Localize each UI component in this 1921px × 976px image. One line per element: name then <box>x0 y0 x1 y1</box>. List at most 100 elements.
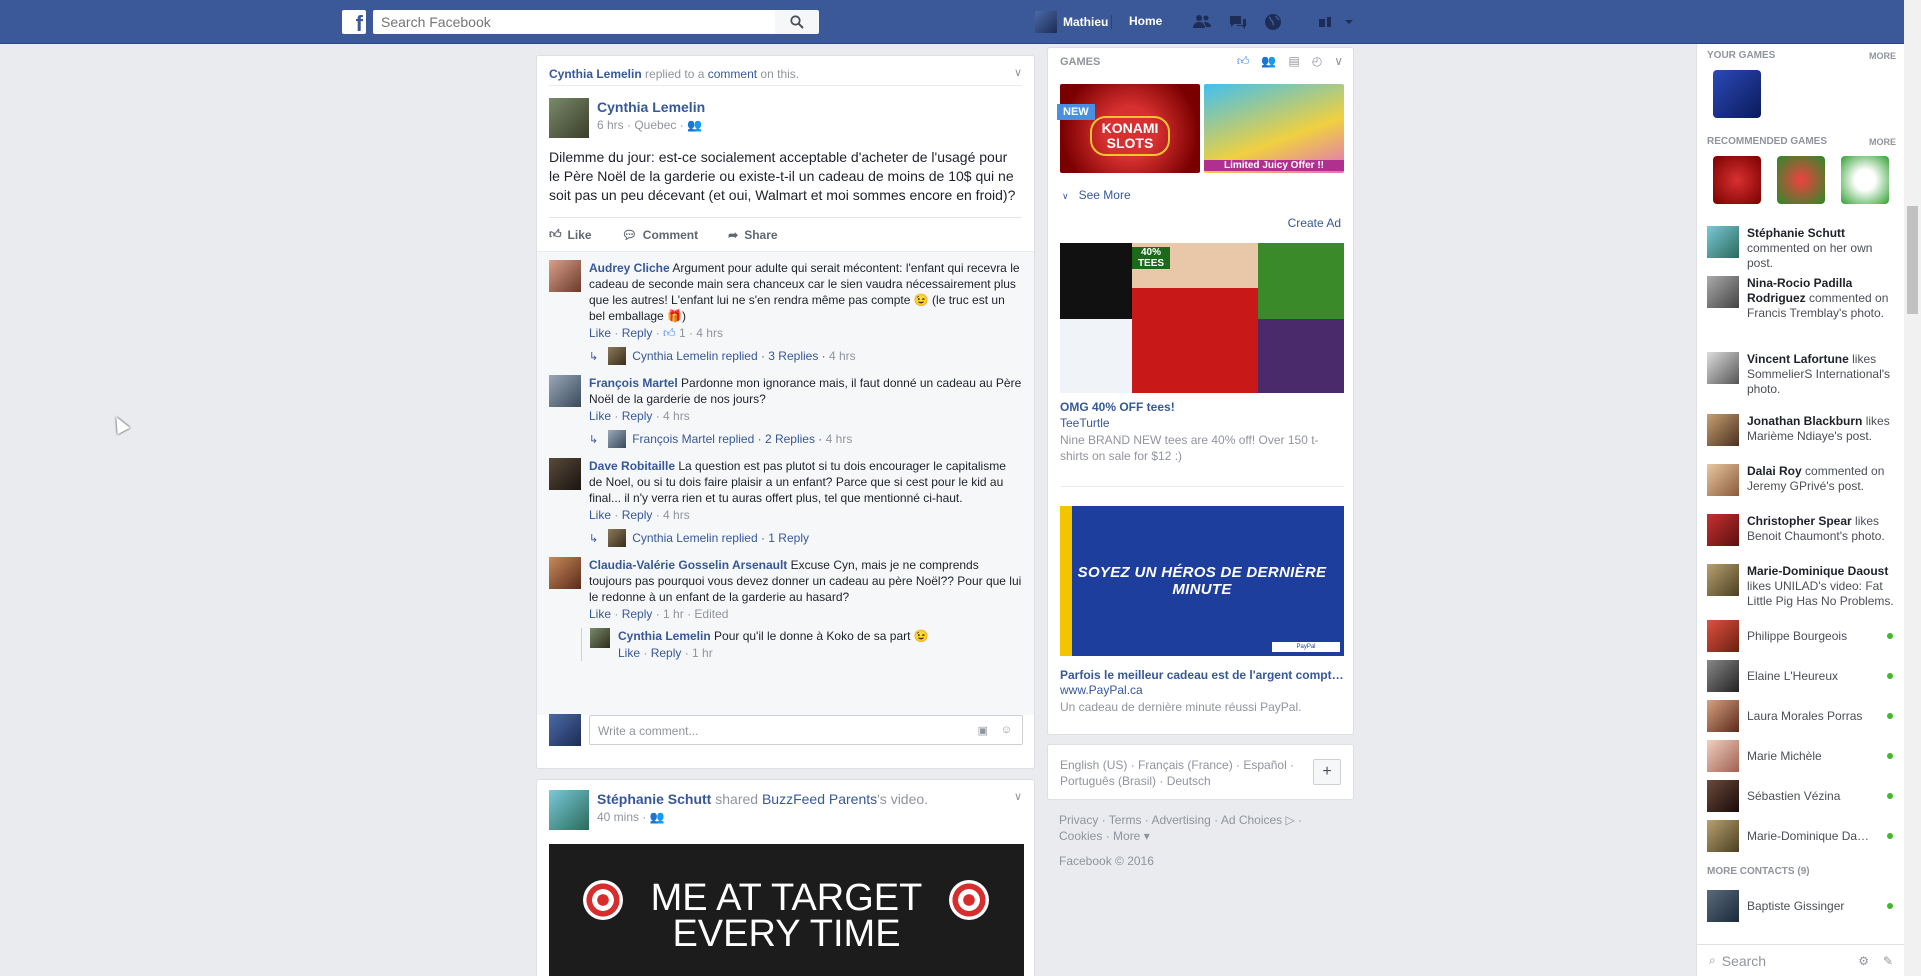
ad-url-link[interactable]: TeeTurtle <box>1060 416 1110 430</box>
scrollbar-thumb[interactable] <box>1907 206 1918 314</box>
games-heading[interactable]: GAMES <box>1060 56 1100 68</box>
ticker-item[interactable]: Dalai Roy commented on Jeremy GPrivé's p… <box>1707 464 1897 496</box>
context-actor-link[interactable]: Cynthia Lemelin <box>549 67 642 81</box>
game-tile-juicy[interactable]: Limited Juicy Offer !! <box>1204 84 1344 173</box>
comment-button[interactable]: 💬︎ Comment <box>622 228 699 242</box>
story-options-chevron-down-icon[interactable]: ∨ <box>1014 66 1022 79</box>
chat-contact[interactable]: Elaine L'Heureux <box>1707 660 1897 692</box>
comment-like-link[interactable]: Like <box>589 508 611 522</box>
avatar[interactable] <box>549 790 589 830</box>
recommended-more-link[interactable]: MORE <box>1869 137 1896 147</box>
ad-title-link[interactable]: Parfois le meilleur cadeau est de l'arge… <box>1060 668 1344 682</box>
comment-like-link[interactable]: Like <box>589 607 611 621</box>
video-player[interactable]: ME AT TARGET EVERY TIME <box>549 844 1024 976</box>
privacy-shortcuts-icon[interactable] <box>1316 12 1336 32</box>
avatar[interactable] <box>549 557 581 589</box>
chat-contact[interactable]: Marie-Dominique Da… <box>1707 820 1897 852</box>
context-target-link[interactable]: comment <box>708 67 757 81</box>
create-ad-link[interactable]: Create Ad <box>1288 216 1341 230</box>
friend-requests-icon[interactable] <box>1192 12 1212 32</box>
like-button[interactable]: 👍︎ Like <box>549 227 592 242</box>
search-button[interactable] <box>775 10 819 34</box>
comment-author-link[interactable]: Dave Robitaille <box>589 459 675 473</box>
comment-author-link[interactable]: Claudia-Valérie Gosselin Arsenault <box>589 558 787 572</box>
gear-icon[interactable]: ⚙ <box>1858 954 1869 968</box>
author-name-link[interactable]: Stéphanie Schutt <box>597 791 711 807</box>
replies-summary-link[interactable]: ↳ François Martel replied · 2 Replies · 4… <box>589 430 1022 448</box>
comment-reply-link[interactable]: Reply <box>651 646 682 660</box>
comment-timestamp[interactable]: 4 hrs <box>663 508 690 522</box>
comment-timestamp[interactable]: 4 hrs <box>696 326 723 340</box>
ad-url-link[interactable]: www.PayPal.ca <box>1060 683 1143 697</box>
account-menu-chevron-down-icon[interactable] <box>1342 12 1362 32</box>
home-link[interactable]: Home <box>1129 14 1162 28</box>
emoji-icon[interactable]: ☺ <box>1001 724 1012 736</box>
author-name-link[interactable]: Cynthia Lemelin <box>597 98 705 116</box>
ad-title-link[interactable]: OMG 40% OFF tees! <box>1060 400 1175 414</box>
thumbs-up-icon[interactable]: 👍︎ <box>1237 54 1250 69</box>
search-input[interactable] <box>373 10 775 34</box>
see-more-games-link[interactable]: ∨ See More <box>1062 188 1131 202</box>
post-timestamp[interactable]: 40 mins · <box>597 810 650 824</box>
avatar[interactable] <box>590 628 610 648</box>
chat-contact[interactable]: Sébastien Vézina <box>1707 780 1897 812</box>
chat-contact[interactable]: Baptiste Gissinger <box>1707 890 1897 922</box>
your-games-more-link[interactable]: MORE <box>1869 51 1896 61</box>
camera-icon[interactable]: ▣ <box>978 724 988 737</box>
reaction-count[interactable]: 1 <box>679 326 686 340</box>
edited-label[interactable]: Edited <box>694 607 728 621</box>
facebook-logo[interactable]: f <box>342 10 366 34</box>
game-icon-recommended[interactable] <box>1841 156 1889 204</box>
friends-icon[interactable]: 👥 <box>1261 54 1276 69</box>
chat-contact[interactable]: Philippe Bourgeois <box>1707 620 1897 652</box>
comment-timestamp[interactable]: 1 hr <box>692 646 713 660</box>
profile-link[interactable]: Mathieu <box>1035 11 1108 33</box>
page-scrollbar[interactable] <box>1904 0 1921 976</box>
replies-summary-link[interactable]: ↳ Cynthia Lemelin replied · 1 Reply <box>589 529 1022 547</box>
chat-contact[interactable]: Laura Morales Porras <box>1707 700 1897 732</box>
messages-icon[interactable] <box>1228 12 1248 32</box>
avatar[interactable] <box>549 458 581 490</box>
add-language-button[interactable]: + <box>1313 759 1341 785</box>
post-timestamp[interactable]: 6 hrs · Quebec · <box>597 118 687 132</box>
ticker-item[interactable]: Marie-Dominique Daoust likes UNILAD's vi… <box>1707 564 1897 609</box>
teeturtle-ad-image[interactable]: 40% TEES <box>1060 243 1344 393</box>
notifications-globe-icon[interactable] <box>1263 12 1283 32</box>
comment-like-link[interactable]: Like <box>589 326 611 340</box>
game-icon-recommended[interactable] <box>1713 156 1761 204</box>
comment-like-link[interactable]: Like <box>589 409 611 423</box>
share-button[interactable]: ➦ Share <box>728 228 777 242</box>
comment-author-link[interactable]: Cynthia Lemelin <box>618 629 711 643</box>
comment-author-link[interactable]: François Martel <box>589 376 678 390</box>
shared-page-link[interactable]: BuzzFeed Parents <box>762 791 877 807</box>
chat-search-bar[interactable]: ⌕ Search ⚙ ✎ <box>1697 944 1905 976</box>
avatar[interactable] <box>549 375 581 407</box>
paypal-ad-image[interactable]: SOYEZ UN HÉROS DE DERNIÈRE MINUTE PayPal <box>1060 506 1344 656</box>
game-icon-recommended[interactable] <box>1777 156 1825 204</box>
game-tile-konami-slots[interactable]: NEW KONAMI SLOTS <box>1057 84 1200 173</box>
ticker-item[interactable]: Jonathan Blackburn likes Marième Ndiaye'… <box>1707 414 1897 446</box>
comment-reply-link[interactable]: Reply <box>622 607 653 621</box>
write-comment-input[interactable]: Write a comment... ▣ ☺ <box>589 715 1023 745</box>
comment-reply-link[interactable]: Reply <box>622 326 653 340</box>
language-links[interactable]: English (US) · Français (France) · Españ… <box>1060 757 1300 789</box>
chevron-down-icon[interactable]: ∨ <box>1334 54 1343 69</box>
comment-timestamp[interactable]: 4 hrs <box>663 409 690 423</box>
new-message-icon[interactable]: ✎ <box>1883 954 1893 968</box>
clock-icon[interactable]: ◴ <box>1312 54 1322 69</box>
comment-reply-link[interactable]: Reply <box>622 409 653 423</box>
avatar[interactable] <box>549 98 589 138</box>
ticker-item[interactable]: Stéphanie Schutt commented on her own po… <box>1707 226 1897 271</box>
ticker-item[interactable]: Vincent Lafortune likes SommelierS Inter… <box>1707 352 1897 397</box>
comment-timestamp[interactable]: 1 hr <box>663 607 684 621</box>
comment-like-link[interactable]: Like <box>618 646 640 660</box>
avatar[interactable] <box>549 260 581 292</box>
game-icon-your-game[interactable] <box>1713 70 1761 118</box>
chat-contact[interactable]: Marie Michèle <box>1707 740 1897 772</box>
footer-links[interactable]: Privacy · Terms · Advertising · Ad Choic… <box>1059 812 1329 844</box>
audience-friends-icon[interactable]: 👥 <box>687 118 702 132</box>
audience-friends-icon[interactable]: 👥 <box>650 810 665 824</box>
replies-summary-link[interactable]: ↳ Cynthia Lemelin replied · 3 Replies · 4… <box>589 347 1022 365</box>
story-options-chevron-down-icon[interactable]: ∨ <box>1014 790 1022 803</box>
comment-reply-link[interactable]: Reply <box>622 508 653 522</box>
